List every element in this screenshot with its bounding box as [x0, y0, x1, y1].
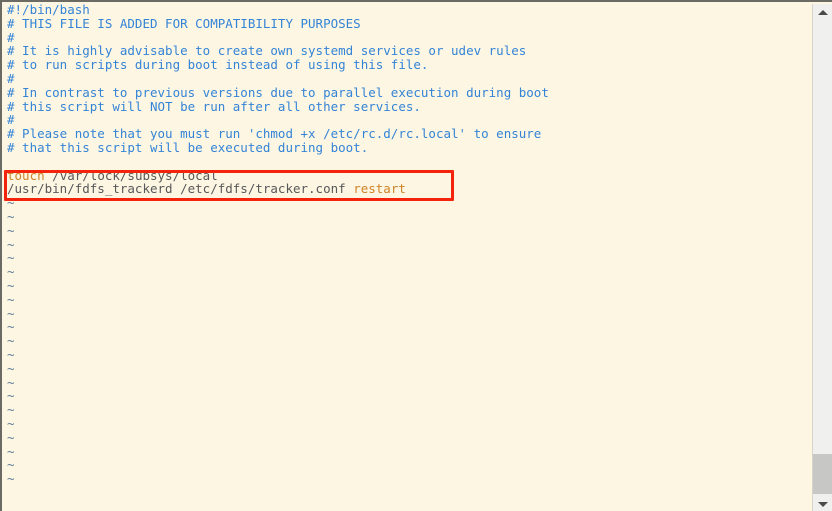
empty-line-marker: ~: [7, 195, 15, 211]
empty-line-marker: ~: [7, 360, 15, 376]
empty-line-marker: ~: [7, 346, 15, 362]
fdfs-trackerd-command: /usr/bin/fdfs_trackerd /etc/fdfs/tracker…: [7, 181, 354, 197]
empty-line-marker: ~: [7, 208, 15, 224]
code-line-8: # this script will NOT be run after all …: [7, 98, 421, 114]
empty-line-marker: ~: [7, 222, 15, 238]
code-line-2: # THIS FILE IS ADDED FOR COMPATIBILITY P…: [7, 15, 361, 31]
empty-line-marker: ~: [7, 333, 15, 349]
empty-line-marker: ~: [7, 457, 15, 473]
code-line-6: #: [7, 70, 15, 86]
empty-line-marker: ~: [7, 291, 15, 307]
empty-line-marker: ~: [7, 264, 15, 280]
scroll-down-arrow-icon[interactable]: [813, 496, 832, 511]
vim-editor-window: #!/bin/bash # THIS FILE IS ADDED FOR COM…: [0, 0, 832, 511]
code-line-10: # Please note that you must run 'chmod +…: [7, 126, 542, 142]
empty-line-marker: ~: [7, 471, 15, 487]
scroll-up-arrow-icon[interactable]: [813, 4, 832, 21]
chevron-down-icon: [817, 502, 828, 507]
empty-line-marker: ~: [7, 250, 15, 266]
code-line-1: #!/bin/bash: [7, 3, 90, 17]
empty-line-marker: ~: [7, 374, 15, 390]
empty-line-marker: ~: [7, 429, 15, 445]
code-line-11: # that this script will be executed duri…: [7, 139, 369, 155]
code-line-13: touch /var/lock/subsys/local: [4, 167, 812, 183]
text-buffer[interactable]: #!/bin/bash # THIS FILE IS ADDED FOR COM…: [4, 3, 812, 489]
empty-line-marker: ~: [7, 388, 15, 404]
empty-line-marker: ~: [7, 305, 15, 321]
touch-keyword: touch: [7, 167, 45, 183]
code-line-7: # In contrast to previous versions due t…: [7, 84, 549, 100]
empty-line-marker: ~: [7, 319, 15, 335]
code-line-4: # It is highly advisable to create own s…: [7, 43, 527, 59]
restart-keyword: restart: [353, 181, 406, 197]
code-line-14: /usr/bin/fdfs_trackerd /etc/fdfs/tracker…: [4, 182, 812, 196]
empty-line-markers: ~ ~ ~ ~ ~ ~ ~ ~ ~ ~ ~ ~ ~ ~ ~ ~ ~ ~ ~ ~ ~: [4, 196, 812, 486]
scrollbar-thumb[interactable]: [813, 454, 832, 494]
touch-arguments: /var/lock/subsys/local: [44, 167, 218, 183]
chevron-up-icon: [817, 10, 828, 15]
code-line-9: #: [7, 112, 15, 128]
code-line-5: # to run scripts during boot instead of …: [7, 57, 429, 73]
empty-line-marker: ~: [7, 236, 15, 252]
empty-line-marker: ~: [7, 277, 15, 293]
code-line-3: #: [7, 29, 15, 45]
empty-line-marker: ~: [7, 402, 15, 418]
status-line: -- 插入 -- 14,54 全部: [4, 490, 812, 511]
vertical-scrollbar[interactable]: [812, 4, 832, 511]
empty-line-marker: ~: [7, 443, 15, 459]
empty-line-marker: ~: [7, 415, 15, 431]
